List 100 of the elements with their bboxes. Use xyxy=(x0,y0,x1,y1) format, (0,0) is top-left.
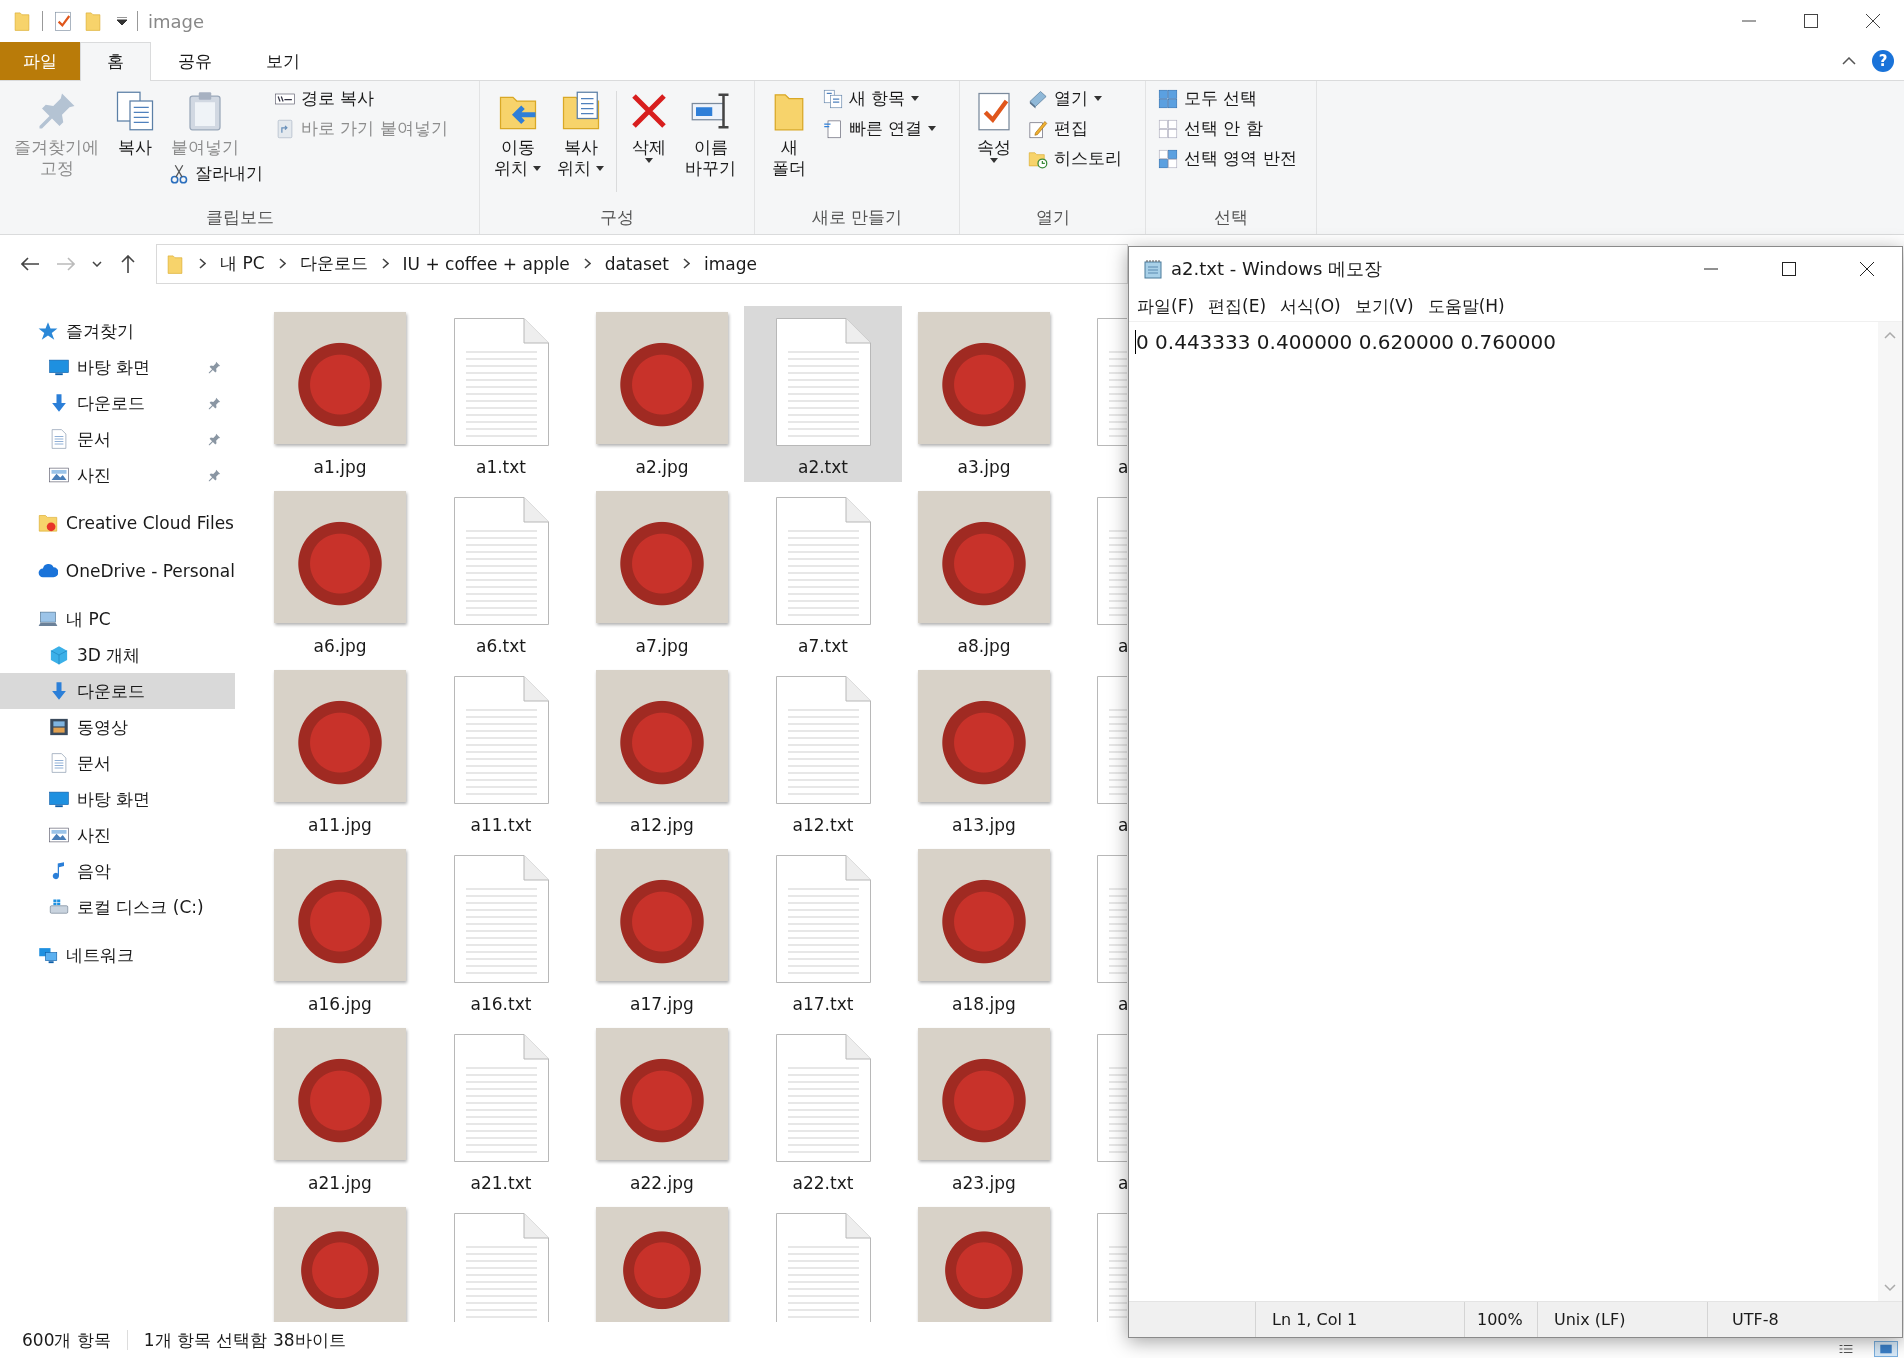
address-bar[interactable]: 내 PC 다운로드 IU + coffee + apple dataset image xyxy=(156,243,1128,284)
nav-label: OneDrive - Personal xyxy=(65,561,235,582)
file-item[interactable]: a12.txt xyxy=(744,664,902,841)
file-item[interactable]: a16.jpg xyxy=(261,843,419,1020)
menu-item[interactable]: 파일(F) xyxy=(1137,294,1195,318)
file-name: a3.jpg xyxy=(957,456,1011,479)
file-item[interactable]: a xyxy=(1066,843,1128,1020)
ribbon-button[interactable]: 복사 위치 xyxy=(551,84,610,179)
ribbon-button[interactable]: 복사 xyxy=(109,84,161,158)
menu-item[interactable]: 서식(O) xyxy=(1280,294,1341,318)
file-item[interactable]: a11.txt xyxy=(422,664,580,841)
file-name: a21.jpg xyxy=(308,1172,372,1195)
file-item[interactable]: a xyxy=(1066,485,1128,662)
nav-item[interactable]: 내 PC xyxy=(0,601,235,638)
chevron-icon xyxy=(381,258,389,270)
file-item[interactable]: a8.jpg xyxy=(905,485,1063,662)
file-item[interactable]: a1.txt xyxy=(422,306,580,483)
file-name: a7.jpg xyxy=(635,635,689,658)
ribbon-button[interactable]: 선택 영역 반전 xyxy=(1154,144,1301,173)
ribbon-button[interactable]: 선택 안 함 xyxy=(1154,114,1267,143)
file-item[interactable]: a18.jpg xyxy=(905,843,1063,1020)
file-item[interactable]: a22.txt xyxy=(744,1022,902,1199)
ribbon-button[interactable]: 이름 바꾸기 xyxy=(679,84,742,179)
file-item[interactable]: a11.jpg xyxy=(261,664,419,841)
ribbon-tab[interactable]: 파일 xyxy=(0,42,80,80)
chevron-down-icon xyxy=(1884,1284,1896,1292)
file-item[interactable]: a3.jpg xyxy=(905,306,1063,483)
ribbon-tab[interactable]: 홈 xyxy=(80,42,151,81)
help-button[interactable]: ? xyxy=(1872,49,1894,72)
nav-label: 바탕 화면 xyxy=(77,355,151,379)
file-item[interactable]: a xyxy=(1066,1022,1128,1199)
file-item[interactable]: a6.jpg xyxy=(261,485,419,662)
nav-item[interactable]: 사진 xyxy=(0,457,235,494)
text-file-icon xyxy=(453,855,549,984)
file-item[interactable]: a12.jpg xyxy=(583,664,741,841)
file-item[interactable]: a7.txt xyxy=(744,485,902,662)
nav-item[interactable]: 로컬 디스크 (C:) xyxy=(0,889,235,926)
nav-item[interactable]: 다운로드 xyxy=(0,673,235,710)
nav-label: 3D 개체 xyxy=(77,643,141,667)
file-item[interactable]: a2.jpg xyxy=(583,306,741,483)
nav-item[interactable]: 문서 xyxy=(0,745,235,782)
nav-item[interactable]: 3D 개체 xyxy=(0,637,235,674)
breadcrumb[interactable]: 내 PC xyxy=(220,252,265,276)
ribbon-button[interactable]: 새 항목 xyxy=(819,84,924,113)
open-icon xyxy=(1028,88,1048,109)
nav-item[interactable]: 다운로드 xyxy=(0,385,235,422)
file-item[interactable]: a xyxy=(1066,306,1128,483)
ribbon-button[interactable]: 빠른 연결 xyxy=(819,114,941,143)
nav-label: 다운로드 xyxy=(77,391,145,415)
file-item[interactable]: a17.txt xyxy=(744,843,902,1020)
document-icon xyxy=(49,753,69,774)
ribbon-button[interactable]: 모두 선택 xyxy=(1154,84,1262,113)
breadcrumb[interactable]: IU + coffee + apple xyxy=(402,253,570,274)
file-item[interactable]: a7.jpg xyxy=(583,485,741,662)
file-item[interactable]: a1.jpg xyxy=(261,306,419,483)
ribbon-button[interactable]: 잘라내기 xyxy=(165,159,267,188)
nav-item[interactable]: 즐겨찾기 xyxy=(0,313,235,350)
ribbon-button[interactable]: 히스토리 xyxy=(1024,144,1126,173)
file-name: a6.jpg xyxy=(313,635,367,658)
nav-item[interactable]: Creative Cloud Files xyxy=(0,505,235,542)
dropdown-icon[interactable] xyxy=(117,17,127,25)
nav-item[interactable]: 사진 xyxy=(0,817,235,854)
file-item[interactable]: a xyxy=(1066,664,1128,841)
breadcrumb[interactable]: image xyxy=(703,253,757,274)
ribbon-button[interactable]: 이동 위치 xyxy=(488,84,547,179)
ribbon-button[interactable]: 열기 xyxy=(1024,84,1106,113)
file-name: a2.txt xyxy=(798,456,848,479)
nav-item[interactable]: 동영상 xyxy=(0,709,235,746)
file-item[interactable]: a6.txt xyxy=(422,485,580,662)
ribbon-button[interactable]: 경로 복사 xyxy=(271,84,379,113)
ribbon-button[interactable]: 삭제 xyxy=(623,84,675,163)
file-item[interactable]: a22.jpg xyxy=(583,1022,741,1199)
ribbon-tab[interactable]: 보기 xyxy=(239,42,327,80)
text-file-icon xyxy=(453,1034,549,1163)
ribbon-button[interactable]: 새 폴더 xyxy=(763,84,815,179)
folder-documents-icon xyxy=(560,90,601,131)
file-item[interactable]: a13.jpg xyxy=(905,664,1063,841)
nav-item[interactable]: 네트워크 xyxy=(0,937,235,974)
file-item[interactable]: a21.txt xyxy=(422,1022,580,1199)
menu-item[interactable]: 편집(E) xyxy=(1208,294,1267,318)
breadcrumb[interactable]: 다운로드 xyxy=(299,252,368,276)
close-icon xyxy=(1860,262,1874,276)
menu-item[interactable]: 도움말(H) xyxy=(1427,294,1505,318)
file-item[interactable]: a2.txt xyxy=(744,306,902,483)
ribbon-button[interactable]: 편집 xyxy=(1024,114,1092,143)
breadcrumb[interactable]: dataset xyxy=(604,253,669,274)
ribbon-tab[interactable]: 공유 xyxy=(151,42,239,80)
nav-item[interactable]: 바탕 화면 xyxy=(0,781,235,818)
file-item[interactable]: a21.jpg xyxy=(261,1022,419,1199)
nav-item[interactable]: 바탕 화면 xyxy=(0,349,235,386)
collapse-ribbon-icon[interactable] xyxy=(1842,56,1856,65)
file-item[interactable]: a23.jpg xyxy=(905,1022,1063,1199)
file-item[interactable]: a16.txt xyxy=(422,843,580,1020)
nav-item[interactable]: 음악 xyxy=(0,853,235,890)
nav-item[interactable]: OneDrive - Personal xyxy=(0,553,235,590)
large-icons-view-button[interactable] xyxy=(1874,1341,1898,1357)
file-item[interactable]: a17.jpg xyxy=(583,843,741,1020)
nav-item[interactable]: 문서 xyxy=(0,421,235,458)
ribbon-button[interactable]: 속성 xyxy=(968,84,1020,163)
menu-item[interactable]: 보기(V) xyxy=(1354,294,1414,318)
